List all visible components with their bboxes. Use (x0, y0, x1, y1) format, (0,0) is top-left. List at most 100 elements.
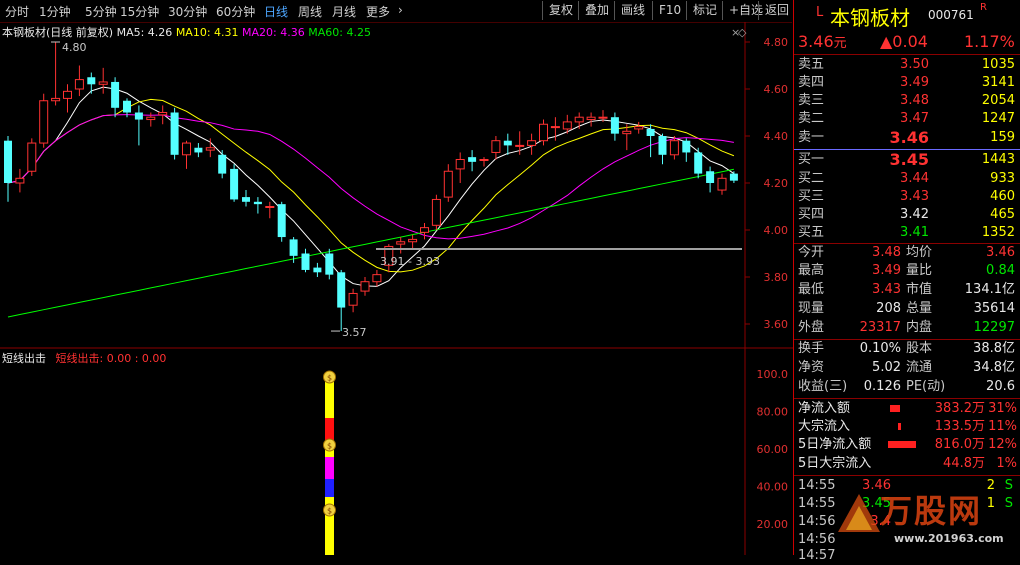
candle-body (682, 140, 691, 153)
period-tab-1min[interactable]: 1分钟 (39, 3, 71, 20)
period-tab-more[interactable]: 更多 (366, 3, 390, 20)
candle-body (468, 157, 477, 162)
price-axis-label: 3.80 (764, 271, 789, 284)
ask-row[interactable]: 卖四 3.49 3141 (794, 74, 1020, 92)
candle-body (527, 140, 537, 146)
ask-row[interactable]: 卖二 3.47 1247 (794, 110, 1020, 128)
indicator-axis-label: 100.0 (757, 368, 789, 381)
fuquan-button[interactable]: 复权 (542, 1, 579, 20)
candle-body (123, 100, 131, 113)
period-tab-30min[interactable]: 30分钟 (168, 3, 207, 20)
overlay-button[interactable]: 叠加 (578, 1, 615, 20)
last-price-value: 3.46 (798, 32, 834, 51)
price-axis-label: 4.40 (764, 130, 789, 143)
watermark: 万股网 www.201963.com (834, 484, 1014, 554)
watermark-url: www.201963.com (894, 532, 1004, 545)
period-tab-15min[interactable]: 15分钟 (120, 3, 159, 20)
quote-panel: L 本钢板材 000761 R 3.46元 ▲0.04 1.17% 卖五 3.50… (793, 0, 1020, 563)
price-axis-label: 4.20 (764, 177, 789, 190)
stock-name: 本钢板材 (830, 6, 910, 30)
candle-body (360, 281, 370, 292)
period-tab-weekly[interactable]: 周线 (298, 3, 322, 20)
high-annotation: 4.80 (62, 41, 87, 54)
candle-body (301, 253, 310, 270)
candle-body (729, 173, 738, 181)
period-tab-60min[interactable]: 60分钟 (216, 3, 255, 20)
candle-body (634, 126, 644, 130)
ma60-value: MA60: 4.25 (308, 26, 371, 39)
candle-body (242, 197, 250, 202)
divider (794, 475, 1020, 476)
signal-bar-segment (325, 418, 334, 440)
candle-body (348, 292, 358, 306)
flow-bar (890, 405, 900, 412)
candle-body (408, 238, 418, 243)
bid-row[interactable]: 买二 3.44 933 (794, 170, 1020, 188)
close-icon: × (731, 26, 740, 39)
price-change-pct: 1.17% (964, 32, 1015, 51)
period-tab-5min[interactable]: 5分钟 (85, 3, 117, 20)
candle-body (51, 97, 61, 102)
kline-chart[interactable]: $ $ $ 4.80 4.60 4.40 4.20 4.00 3.80 3.60 100.0 80.… (0, 22, 793, 555)
candle-body (562, 121, 572, 130)
bid-row[interactable]: 买五 3.41 1352 (794, 224, 1020, 242)
draw-line-button[interactable]: 画线 (614, 1, 651, 20)
candle-body (170, 112, 179, 155)
ma60-line (7, 168, 734, 318)
period-tab-daily[interactable]: 日线 (264, 3, 288, 20)
indicator-axis-label: 60.00 (757, 443, 789, 456)
candle-body (27, 142, 37, 172)
flow-bar (898, 423, 901, 430)
candle-body (598, 116, 608, 119)
ask-row[interactable]: 卖一 3.46 159 (794, 129, 1020, 147)
candle-body (479, 159, 489, 161)
candle-body (230, 168, 239, 200)
candle-body (87, 77, 96, 85)
candle-body (134, 112, 143, 120)
candle-body (706, 171, 715, 183)
indicator-title: 短线出击 (2, 352, 46, 365)
ask-row[interactable]: 卖三 3.48 2054 (794, 92, 1020, 110)
candle-body (15, 177, 25, 184)
mark-button[interactable]: 标记 (686, 1, 723, 20)
chevron-right-icon[interactable]: › (398, 3, 403, 17)
candle-body (98, 81, 108, 85)
fundamental-row: 收益(三) 0.126 PE(动) 20.6 (798, 379, 1015, 394)
ma5-line (7, 86, 735, 287)
candle-body (146, 116, 156, 121)
period-toolbar: 分时 1分钟 5分钟 15分钟 30分钟 60分钟 日线 周线 月线 更多 › … (0, 0, 792, 23)
f10-button[interactable]: F10 (652, 1, 687, 20)
indicator-legend: 短线出击 短线出击: 0.00 : 0.00 (2, 350, 166, 366)
bid-row[interactable]: 买四 3.42 465 (794, 206, 1020, 224)
period-tab-fenshi[interactable]: 分时 (5, 3, 29, 20)
chart-title: 本钢板材(日线 前复权) (2, 26, 114, 39)
divider (794, 54, 1020, 55)
chart-legend: 本钢板材(日线 前复权) MA5: 4.26 MA10: 4.31 MA20: … (2, 24, 371, 40)
candle-body (372, 274, 382, 283)
indicator-values: 短线出击: 0.00 : 0.00 (55, 352, 167, 365)
candle-body (4, 140, 12, 183)
period-tab-monthly[interactable]: 月线 (332, 3, 356, 20)
candle-body (313, 267, 322, 273)
flow-row: 5日大宗流入 44.8万 1% (798, 456, 1017, 471)
rong-badge: R (980, 2, 987, 13)
candle-body (574, 116, 584, 123)
candle-body (717, 177, 727, 191)
quote-row: 最高 3.49 量比 0.84 (798, 263, 1015, 278)
candle-body (111, 81, 120, 108)
bid-row[interactable]: 买一 3.45 1443 (794, 151, 1020, 169)
back-button[interactable]: 返回 (758, 1, 795, 20)
flow-bar (888, 441, 916, 448)
bid-row[interactable]: 买三 3.43 460 (794, 188, 1020, 206)
ask-row[interactable]: 卖五 3.50 1035 (794, 56, 1020, 74)
ma5-value: MA5: 4.26 (116, 26, 173, 39)
candle-body (694, 152, 703, 174)
indicator-axis-label: 80.00 (757, 406, 789, 419)
candle-body (503, 140, 512, 146)
watermark-brand: 万股网 (880, 492, 983, 530)
signal-bar-segment (325, 457, 334, 479)
candle-body (431, 198, 441, 226)
candle-body (420, 227, 429, 233)
indicator-axis-label: 20.00 (757, 518, 789, 531)
money-bag-glyph: $ (327, 374, 332, 383)
